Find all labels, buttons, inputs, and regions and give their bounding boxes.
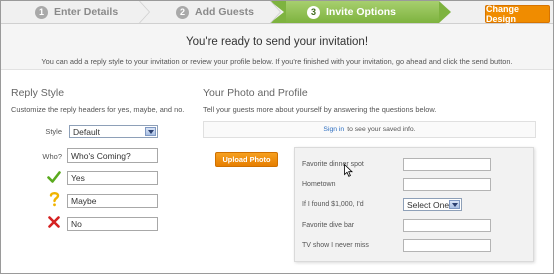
step-label: Invite Options (326, 6, 397, 18)
step-label: Enter Details (54, 6, 119, 18)
who-label: Who? (42, 152, 62, 161)
style-label: Style (45, 127, 62, 136)
tv-show-input[interactable] (403, 239, 491, 252)
maybe-input[interactable]: Maybe (67, 194, 158, 208)
reply-style-heading: Reply Style (11, 87, 65, 99)
favorite-dinner-spot-input[interactable] (403, 158, 491, 171)
mouse-cursor-icon (344, 164, 353, 177)
question-label: TV show I never miss (302, 242, 369, 249)
step-number: 3 (307, 5, 320, 19)
favorite-dive-bar-input[interactable] (403, 219, 491, 232)
intro-description: You can add a reply style to your invita… (41, 57, 513, 66)
hometown-input[interactable] (403, 178, 491, 191)
found-1000-select-value: Select One (407, 199, 450, 210)
checkmark-icon (47, 171, 61, 183)
step-enter-details[interactable]: 1 Enter Details (35, 1, 118, 23)
wizard-steps: 1 Enter Details 2 Add Guests 3 Invite Op… (1, 1, 553, 24)
step-separator-icon (139, 1, 150, 23)
chevron-down-icon (145, 127, 156, 136)
intro-banner: You're ready to send your invitation! Yo… (1, 24, 553, 70)
style-select[interactable]: Default (69, 125, 158, 138)
upload-photo-button[interactable]: Upload Photo (215, 152, 278, 167)
question-label: Favorite dive bar (302, 222, 355, 229)
signin-notice: Sign in to see your saved info. (203, 121, 536, 138)
signin-text: to see your saved info. (347, 126, 416, 133)
question-label: Hometown (302, 181, 336, 188)
x-mark-icon (48, 216, 60, 228)
signin-link[interactable]: Sign in (323, 126, 344, 133)
step-number: 1 (35, 5, 48, 19)
page-title: You're ready to send your invitation! (185, 36, 369, 48)
profile-description: Tell your guests more about yourself by … (203, 105, 437, 114)
profile-heading: Your Photo and Profile (203, 87, 308, 99)
step-separator-icon (439, 1, 451, 23)
no-input[interactable]: No (67, 217, 158, 231)
step-separator-icon (270, 1, 286, 23)
question-mark-icon (49, 191, 60, 207)
step-invite-options[interactable]: 3 Invite Options (307, 1, 396, 23)
question-label: Favorite dinner spot (302, 161, 364, 168)
question-label: If I found $1,000, I'd (302, 201, 364, 208)
found-1000-select[interactable]: Select One (403, 198, 462, 211)
profile-questions-panel: Favorite dinner spot Hometown If I found… (294, 147, 534, 262)
step-add-guests[interactable]: 2 Add Guests (176, 1, 254, 23)
style-select-value: Default (73, 126, 100, 137)
invitation-page: 1 Enter Details 2 Add Guests 3 Invite Op… (0, 0, 554, 274)
chevron-down-icon (449, 200, 460, 209)
yes-input[interactable]: Yes (67, 171, 158, 185)
who-input[interactable]: Who's Coming? (67, 148, 158, 163)
step-number: 2 (176, 5, 189, 19)
step-label: Add Guests (195, 6, 254, 18)
reply-style-description: Customize the reply headers for yes, may… (11, 105, 185, 114)
change-design-button[interactable]: Change Design (485, 4, 550, 24)
